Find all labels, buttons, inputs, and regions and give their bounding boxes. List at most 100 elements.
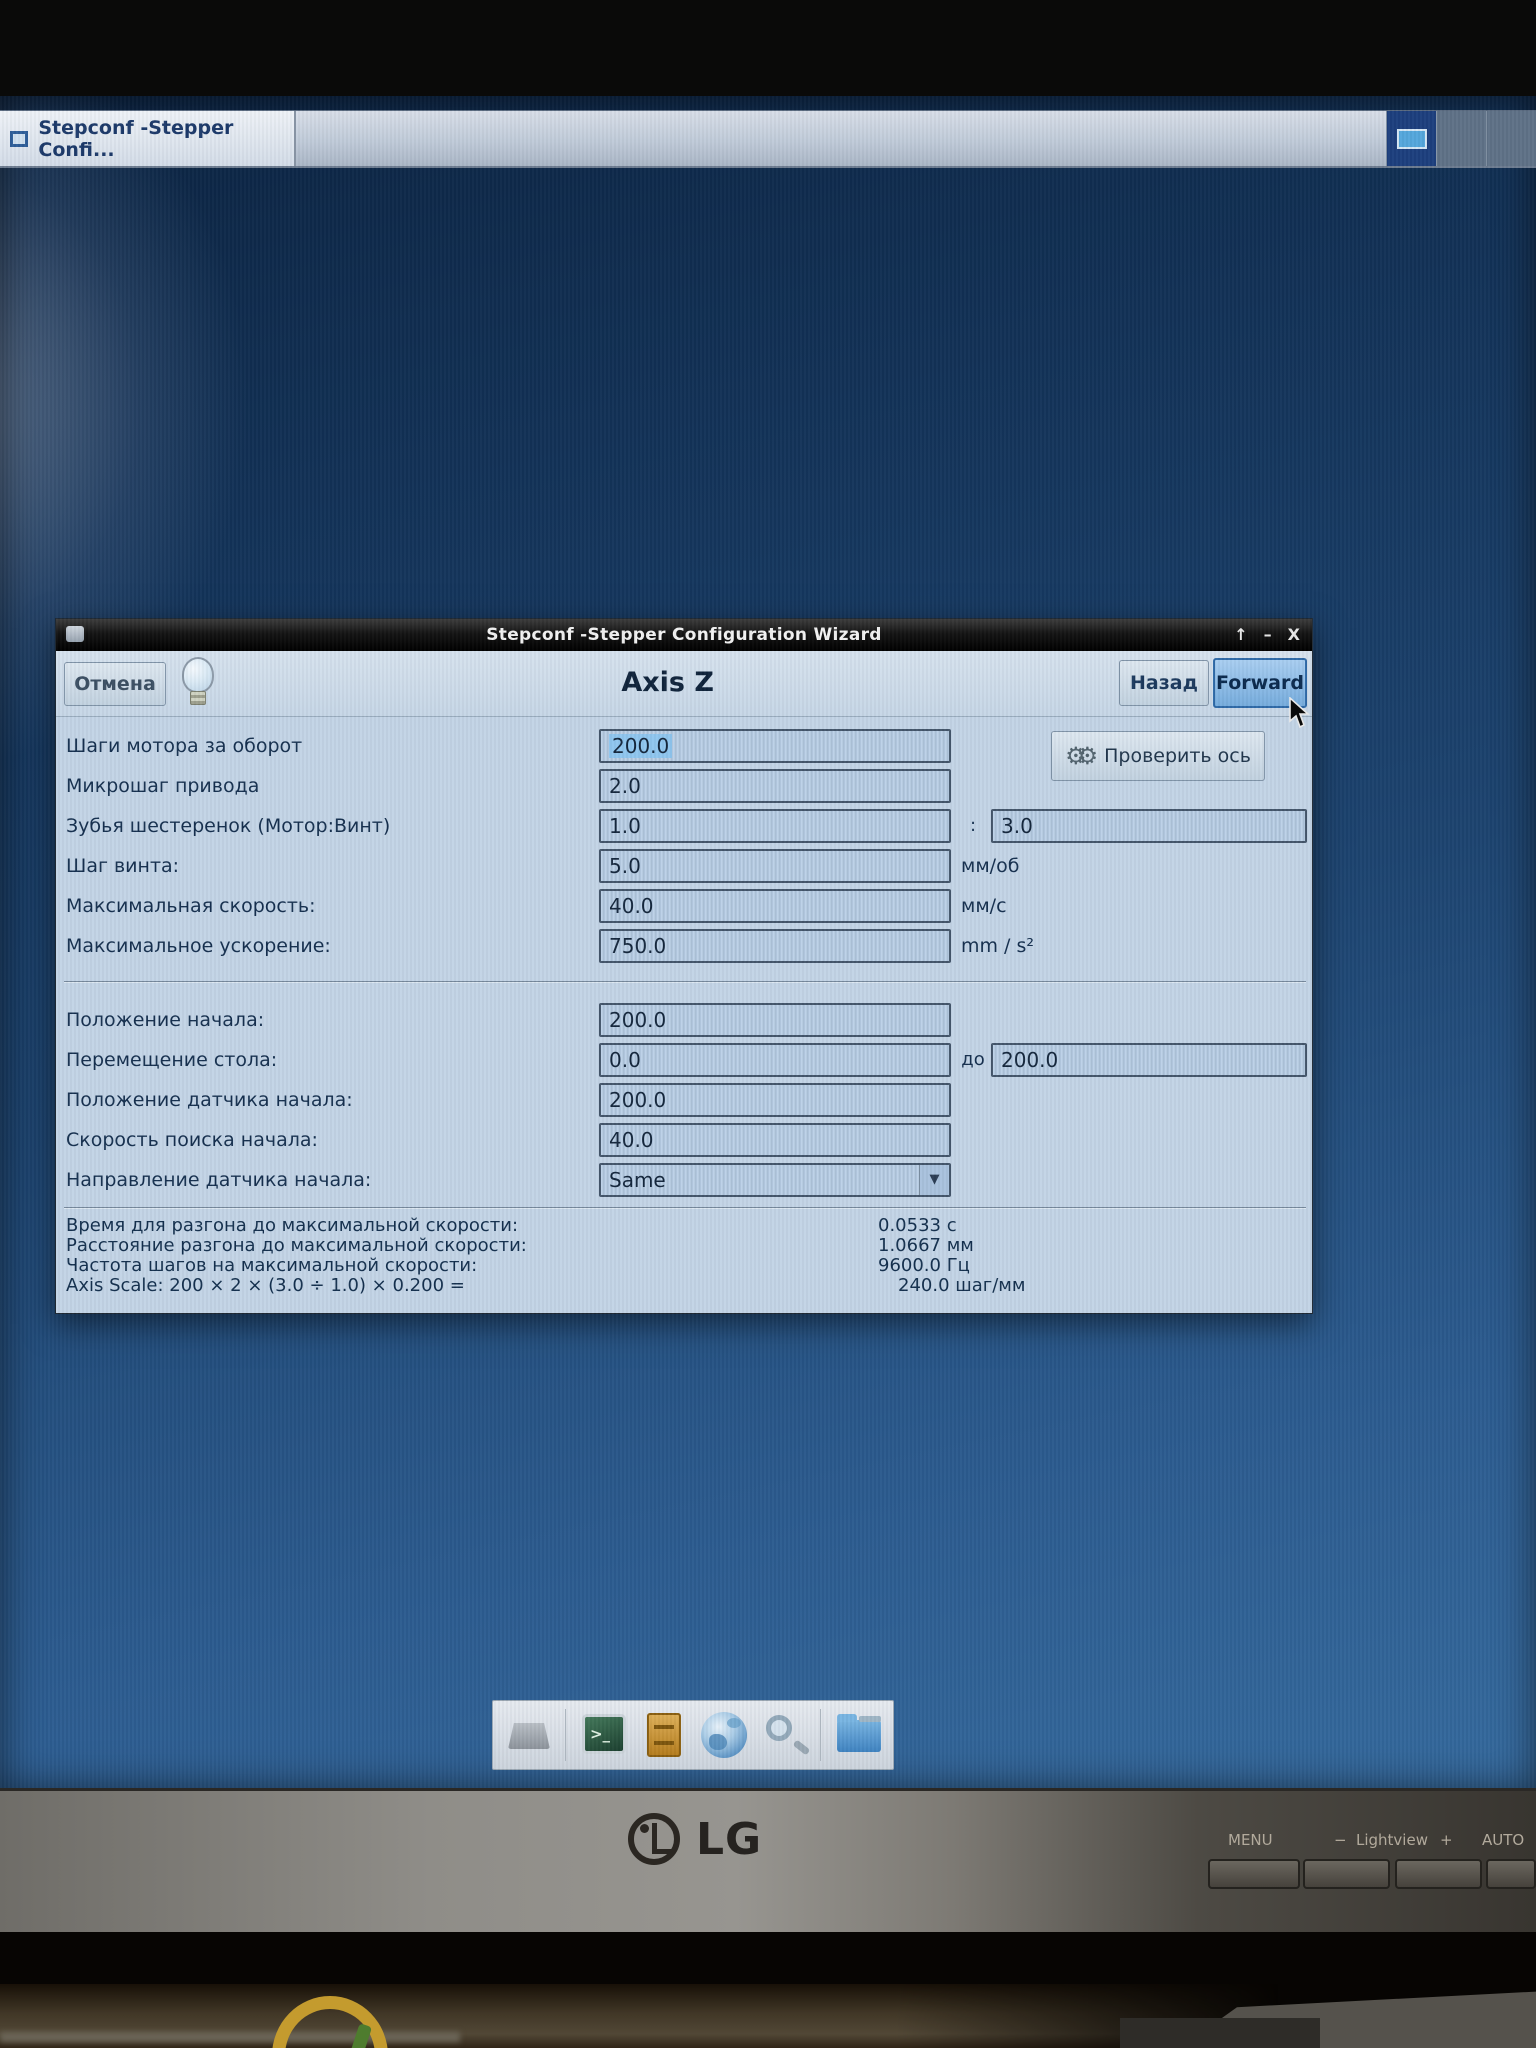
lg-symbol-icon <box>628 1813 680 1865</box>
field-label: Максимальная скорость: <box>66 895 316 917</box>
dock-separator <box>820 1709 821 1761</box>
travel-max-input[interactable]: 200.0 <box>991 1043 1307 1077</box>
form-row: Положение датчика начала: 200.0 <box>56 1083 1312 1117</box>
monitor-minus-button <box>1303 1859 1390 1889</box>
taskbar-task-stepconf[interactable]: Stepconf -Stepper Confi... <box>0 111 296 166</box>
back-button[interactable]: Назад <box>1119 660 1209 706</box>
brand-text: LG <box>696 1813 763 1865</box>
maximize-icon[interactable]: ↑ <box>1234 627 1247 643</box>
file-cabinet-icon[interactable] <box>640 1711 686 1759</box>
home-position-input[interactable]: 200.0 <box>599 1003 951 1037</box>
field-label: Шаг винта: <box>66 855 180 877</box>
field-label: Зубья шестеренок (Мотор:Винт) <box>66 815 391 837</box>
field-label: Перемещение стола: <box>66 1049 278 1071</box>
lightbulb-icon <box>178 657 218 711</box>
cancel-button[interactable]: Отмена <box>64 662 166 706</box>
field-label: Максимальное ускорение: <box>66 935 331 957</box>
steps-per-rev-input[interactable]: 200.0 <box>599 729 951 763</box>
form-row: Зубья шестеренок (Мотор:Винт) 1.0 : 3.0 <box>56 809 1312 843</box>
summary-line: Частота шагов на максимальной скорости: … <box>66 1255 970 1276</box>
home-search-velocity-input[interactable]: 40.0 <box>599 1123 951 1157</box>
form-row: Скорость поиска начала: 40.0 <box>56 1123 1312 1157</box>
travel-min-input[interactable]: 0.0 <box>599 1043 951 1077</box>
monitor-plus-button <box>1395 1859 1482 1889</box>
search-icon[interactable] <box>760 1711 806 1759</box>
titlebar[interactable]: Stepconf -Stepper Configuration Wizard ↑… <box>56 619 1312 651</box>
unit-label: мм/об <box>961 855 1020 877</box>
web-browser-icon[interactable] <box>700 1711 747 1759</box>
close-icon[interactable]: X <box>1288 627 1300 643</box>
mouse-cursor <box>1289 697 1310 729</box>
max-velocity-input[interactable]: 40.0 <box>599 889 951 923</box>
workspace-3[interactable] <box>1486 111 1536 166</box>
home-switch-direction-select[interactable]: Same ▼ <box>599 1163 951 1197</box>
pulley-motor-input[interactable]: 1.0 <box>599 809 951 843</box>
form-row: Шаг винта: 5.0 мм/об <box>56 849 1312 883</box>
wizard-header: Отмена Axis Z Назад Forward <box>56 651 1312 717</box>
taskbar: Stepconf -Stepper Confi... <box>0 110 1536 168</box>
menu-label: MENU <box>1228 1831 1273 1849</box>
workspace-2[interactable] <box>1436 111 1486 166</box>
desk-shadow <box>1120 2018 1320 2048</box>
field-label: Скорость поиска начала: <box>66 1129 318 1151</box>
dock-separator <box>565 1709 566 1761</box>
monitor-screen: Stepconf -Stepper Confi... Stepconf -Ste… <box>0 96 1536 1788</box>
form-row: Направление датчика начала: Same ▼ <box>56 1163 1312 1197</box>
plus-label: + <box>1440 1831 1453 1849</box>
dock: >_ <box>492 1700 894 1770</box>
field-label: Направление датчика начала: <box>66 1169 372 1191</box>
selected-value: 200.0 <box>609 734 673 758</box>
summary-value: 0.0533 с <box>878 1215 957 1236</box>
summary-value: 9600.0 Гц <box>878 1255 970 1276</box>
field-label: Положение начала: <box>66 1009 265 1031</box>
range-separator: до <box>961 1049 985 1070</box>
field-label: Положение датчика начала: <box>66 1089 353 1111</box>
lg-logo: LG <box>628 1813 762 1865</box>
desk-scene <box>0 1932 1536 2048</box>
summary-line: Расстояние разгона до максимальной скоро… <box>66 1235 974 1256</box>
field-label: Микрошаг привода <box>66 775 260 797</box>
page-title: Axis Z <box>621 667 714 698</box>
workspace-window-thumb <box>1396 128 1427 149</box>
chevron-down-icon[interactable]: ▼ <box>919 1165 949 1195</box>
field-label: Шаги мотора за оборот <box>66 735 303 757</box>
summary-value: 240.0 шаг/мм <box>898 1275 1026 1296</box>
monitor-bezel: LG MENU − Lightview + AUTO <box>0 1788 1536 1932</box>
max-acceleration-input[interactable]: 750.0 <box>599 929 951 963</box>
file-manager-icon[interactable] <box>835 1711 881 1759</box>
window-title: Stepconf -Stepper Configuration Wizard <box>486 625 882 645</box>
pulley-leadscrew-input[interactable]: 3.0 <box>991 809 1307 843</box>
workspace-1-active[interactable] <box>1386 111 1436 166</box>
auto-label: AUTO <box>1482 1831 1525 1849</box>
summary-line: Axis Scale: 200 × 2 × (3.0 ÷ 1.0) × 0.20… <box>66 1275 1026 1296</box>
workspace-pager <box>1386 111 1536 166</box>
form-row: Максимальная скорость: 40.0 мм/с <box>56 889 1312 923</box>
home-switch-position-input[interactable]: 200.0 <box>599 1083 951 1117</box>
minimize-icon[interactable]: – <box>1264 627 1272 643</box>
desk-edge-highlight <box>0 2032 460 2042</box>
stepconf-window: Stepconf -Stepper Configuration Wizard ↑… <box>55 618 1313 1314</box>
monitor-auto-button <box>1486 1859 1536 1889</box>
photo-scene: Stepconf -Stepper Confi... Stepconf -Ste… <box>0 0 1536 2048</box>
monitor-menu-button <box>1208 1859 1300 1889</box>
unit-label: мм/с <box>961 895 1007 917</box>
summary-value: 1.0667 мм <box>878 1235 974 1256</box>
form-row: Максимальное ускорение: 750.0 mm / s² <box>56 929 1312 963</box>
terminal-icon[interactable]: >_ <box>580 1711 626 1759</box>
minus-label: − <box>1334 1831 1347 1849</box>
ratio-separator: : <box>969 815 977 836</box>
lightview-label: Lightview <box>1356 1831 1428 1849</box>
window-icon <box>10 130 29 147</box>
summary-line: Время для разгона до максимальной скорос… <box>66 1215 957 1236</box>
form-row: Положение начала: 200.0 <box>56 1003 1312 1037</box>
leadscrew-pitch-input[interactable]: 5.0 <box>599 849 951 883</box>
gears-icon: ⚙⚙ <box>1065 742 1098 770</box>
show-desktop-icon[interactable] <box>505 1711 551 1759</box>
task-label: Stepconf -Stepper Confi... <box>38 116 234 161</box>
unit-label: mm / s² <box>961 935 1035 957</box>
form-row: Перемещение стола: 0.0 до 200.0 <box>56 1043 1312 1077</box>
microstepping-input[interactable]: 2.0 <box>599 769 951 803</box>
separator <box>64 1207 1306 1209</box>
separator <box>64 981 1306 983</box>
form-row: Микрошаг привода 2.0 <box>56 769 1312 803</box>
